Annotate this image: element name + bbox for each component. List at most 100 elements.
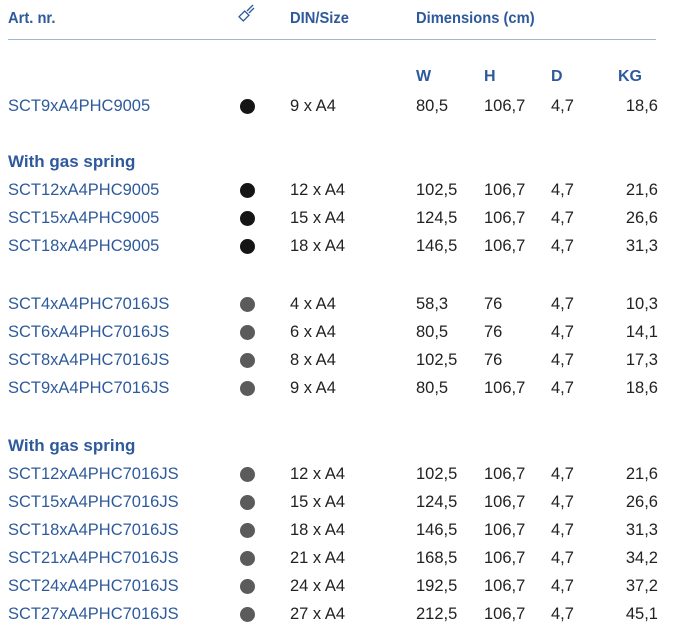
article-number: SCT12xA4PHC7016JS [8,465,179,483]
weight-value: 31,3 [625,521,658,539]
article-number: SCT9xA4PHC7016JS [8,379,170,397]
width-value: 146,5 [416,521,458,539]
grey-color-swatch [240,495,255,510]
table-row: SCT21xA4PHC7016JS 21 x A4 168,5 106,7 4,7 34,… [0,544,676,572]
table-row: SCT6xA4PHC7016JS 6 x A4 80,5 76 4,7 14,1 [0,318,676,346]
height-value: 76 [484,351,503,369]
depth-value: 4,7 [551,295,574,313]
header-divider [8,39,656,40]
height-value: 106,7 [484,493,526,511]
depth-value: 4,7 [551,521,574,539]
weight-value: 31,3 [625,237,658,255]
table-row: SCT9xA4PHC9005 9 x A4 80,5 106,7 4,7 18,6 [0,92,676,120]
height-value: 106,7 [484,379,526,397]
width-value: 124,5 [416,209,458,227]
width-value: 80,5 [416,379,449,397]
depth-value: 4,7 [551,351,574,369]
article-number: SCT24xA4PHC7016JS [8,577,179,595]
width-value: 212,5 [416,605,458,623]
depth-value: 4,7 [551,493,574,511]
height-value: 106,7 [484,605,526,623]
table-row: SCT8xA4PHC7016JS 8 x A4 102,5 76 4,7 17,3 [0,346,676,374]
grey-color-swatch [240,467,255,482]
article-number: SCT27xA4PHC7016JS [8,605,179,623]
depth-value: 4,7 [551,181,574,199]
width-value: 168,5 [416,549,458,567]
table-row: SCT12xA4PHC9005 12 x A4 102,5 106,7 4,7 21,6 [0,176,676,204]
weight-value: 14,1 [625,323,658,341]
section-title: With gas spring [8,152,136,171]
depth-value: 4,7 [551,379,574,397]
header-art-nr: Art. nr. [8,10,56,27]
height-value: 106,7 [484,97,526,115]
article-number: SCT4xA4PHC7016JS [8,295,170,313]
grey-color-swatch [240,579,255,594]
weight-value: 17,3 [625,351,658,369]
grey-color-swatch [240,381,255,396]
table-row: SCT18xA4PHC7016JS 18 x A4 146,5 106,7 4,7 31,… [0,516,676,544]
width-value: 80,5 [416,97,449,115]
article-number: SCT12xA4PHC9005 [8,181,160,199]
weight-value: 45,1 [625,605,658,623]
din-size: 21 x A4 [290,549,346,567]
grey-color-swatch [240,607,255,622]
din-size: 27 x A4 [290,605,346,623]
din-size: 9 x A4 [290,379,336,397]
article-number: SCT18xA4PHC7016JS [8,521,179,539]
table-row: SCT9xA4PHC7016JS 9 x A4 80,5 106,7 4,7 18,6 [0,374,676,402]
black-color-swatch [240,239,255,254]
depth-value: 4,7 [551,549,574,567]
table-row: SCT24xA4PHC7016JS 24 x A4 192,5 106,7 4,7 37,… [0,572,676,600]
din-size: 6 x A4 [290,323,336,341]
weight-value: 18,6 [625,97,658,115]
article-number: SCT8xA4PHC7016JS [8,351,170,369]
height-value: 106,7 [484,549,526,567]
grey-color-swatch [240,297,255,312]
weight-value: 26,6 [625,209,658,227]
black-color-swatch [240,211,255,226]
grey-color-swatch [240,551,255,566]
table-row: SCT27xA4PHC7016JS 27 x A4 212,5 106,7 4,7 45,… [0,600,676,628]
subheader-d: D [551,68,563,85]
din-size: 18 x A4 [290,237,346,255]
weight-value: 26,6 [625,493,658,511]
din-size: 15 x A4 [290,493,346,511]
table-row: SCT4xA4PHC7016JS 4 x A4 58,3 76 4,7 10,3 [0,290,676,318]
din-size: 9 x A4 [290,97,336,115]
height-value: 106,7 [484,521,526,539]
din-size: 12 x A4 [290,465,346,483]
table-row: SCT12xA4PHC7016JS 12 x A4 102,5 106,7 4,7 21,… [0,460,676,488]
article-number: SCT6xA4PHC7016JS [8,323,170,341]
table-row: SCT15xA4PHC9005 15 x A4 124,5 106,7 4,7 26,6 [0,204,676,232]
width-value: 146,5 [416,237,458,255]
depth-value: 4,7 [551,209,574,227]
height-value: 106,7 [484,465,526,483]
depth-value: 4,7 [551,465,574,483]
article-number: SCT21xA4PHC7016JS [8,549,179,567]
width-value: 102,5 [416,465,458,483]
width-value: 80,5 [416,323,449,341]
weight-value: 10,3 [625,295,658,313]
weight-value: 18,6 [625,379,658,397]
grey-color-swatch [240,353,255,368]
height-value: 106,7 [484,577,526,595]
width-value: 58,3 [416,295,449,313]
width-value: 192,5 [416,577,458,595]
depth-value: 4,7 [551,97,574,115]
height-value: 76 [484,295,503,313]
grey-color-swatch [240,523,255,538]
paint-brush-icon [238,4,256,27]
din-size: 15 x A4 [290,209,346,227]
width-value: 102,5 [416,181,458,199]
article-number: SCT18xA4PHC9005 [8,237,160,255]
weight-value: 37,2 [625,577,658,595]
width-value: 102,5 [416,351,458,369]
subheader-h: H [484,68,496,85]
grey-color-swatch [240,325,255,340]
height-value: 106,7 [484,237,526,255]
header-din-size: DIN/Size [290,10,349,27]
table-row: SCT15xA4PHC7016JS 15 x A4 124,5 106,7 4,7 26,… [0,488,676,516]
weight-value: 21,6 [625,181,658,199]
black-color-swatch [240,183,255,198]
article-number: SCT15xA4PHC9005 [8,209,160,227]
